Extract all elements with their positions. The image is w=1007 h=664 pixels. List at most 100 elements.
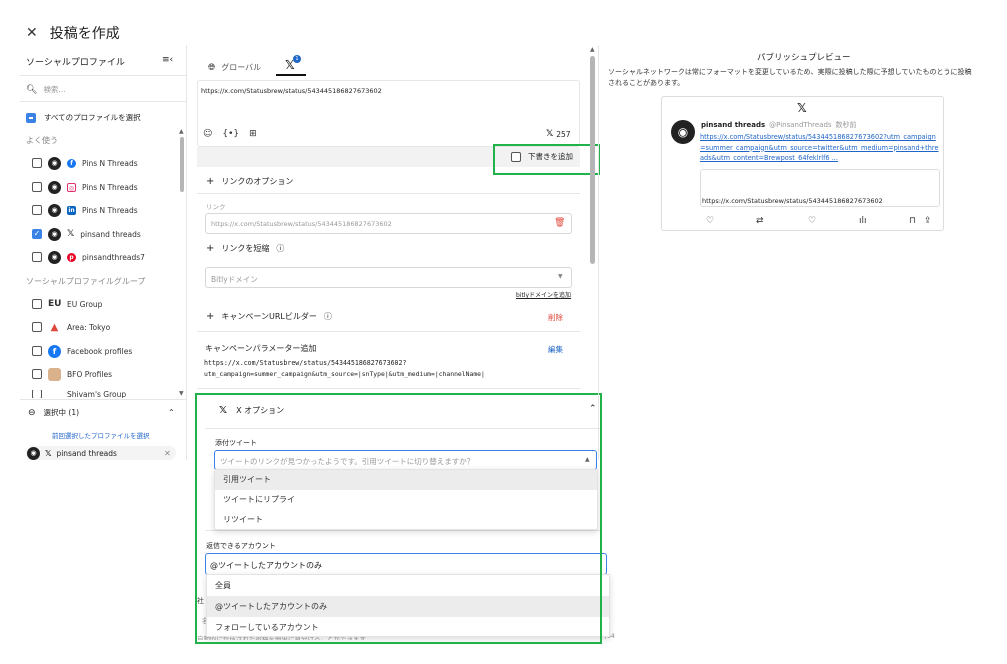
preview-card-url: https://x.com/Statusbrew/status/54344518… (702, 197, 883, 205)
selected-profile-chip: ◉ 𝕏 pinsand threads ✕ (26, 446, 176, 460)
campaign-builder-toggle[interactable]: + キャンペーンURLビルダー ⓘ (206, 311, 332, 322)
profile-checkbox[interactable] (32, 252, 42, 262)
shorten-link-toggle[interactable]: + リンクを短縮 ⓘ (206, 243, 284, 254)
profile-row-pinterest[interactable]: ◉ p pinsandthreads7 (32, 249, 145, 265)
pinterest-icon: p (67, 252, 76, 262)
media-icon[interactable]: ⊞ (249, 129, 257, 139)
scroll-down-icon[interactable]: ▼ (179, 390, 184, 397)
profile-checkbox[interactable] (32, 158, 42, 168)
reply-icon[interactable]: ♡ (706, 216, 714, 226)
preview-link[interactable]: https://x.com/Statusbrew/status/54344518… (700, 132, 940, 164)
group-row-eu[interactable]: EU EU Group (32, 296, 102, 312)
group-row-shivam[interactable]: Shivam's Group (32, 390, 126, 398)
preview-account-name: pinsand threads (701, 121, 766, 129)
avatar: ◉ (27, 446, 40, 460)
variable-icon[interactable]: {•} (222, 129, 239, 139)
trash-icon[interactable]: 🗑︎ (554, 218, 565, 228)
groups-section-label: ソーシャルプロファイルグループ (26, 277, 146, 286)
x-logo-icon: 𝕏 (546, 129, 554, 139)
group-row-facebook[interactable]: f Facebook profiles (32, 343, 132, 359)
profile-name: pinsand threads (80, 229, 141, 239)
profile-checkbox-checked[interactable]: ✓ (32, 229, 42, 239)
link-options-toggle[interactable]: + リンクのオプション (206, 176, 293, 187)
profile-checkbox[interactable] (32, 205, 42, 215)
sidebar-search[interactable]: 🔍︎ 検索... (26, 84, 66, 95)
profile-checkbox[interactable] (32, 182, 42, 192)
campaign-params-label: キャンペーンパラメーター追加 (205, 344, 317, 353)
frequent-section-label: よく使う (26, 136, 58, 145)
preview-handle: @PinsandThreads (769, 121, 832, 129)
link-input[interactable]: https://x.com/Statusbrew/status/54344518… (205, 213, 572, 234)
x-logo-icon: 𝕏 (67, 229, 75, 239)
facebook-icon: f (48, 344, 61, 358)
emoji-icon[interactable]: ☺ (203, 129, 212, 139)
like-icon[interactable]: ♡ (808, 216, 816, 226)
tab-global[interactable]: 🌐︎ グローバル (208, 62, 261, 73)
delete-button[interactable]: 削除 (548, 312, 563, 323)
preview-title: パブリッシュプレビュー (757, 53, 851, 63)
group-name: BFO Profiles (67, 369, 112, 379)
bookmark-icon[interactable]: ⊓ (909, 216, 916, 226)
selected-header[interactable]: ⊖ 選択中 (1) ⌃ (28, 407, 178, 418)
group-checkbox[interactable] (32, 346, 42, 356)
preview-card: 𝕏 ◉ pinsand threads @PinsandThreads 数秒前 … (661, 96, 944, 231)
group-checkbox[interactable] (32, 322, 42, 332)
tab-x[interactable]: 𝕏 1 (285, 55, 301, 72)
chevron-up-icon[interactable]: ⌃ (168, 408, 175, 417)
chevron-down-icon: ▼ (558, 273, 563, 280)
group-checkbox[interactable] (32, 369, 42, 379)
close-icon[interactable]: ✕ (26, 25, 38, 41)
sidebar-title: ソーシャルプロファイル (26, 58, 125, 68)
group-row-tokyo[interactable]: ▲ Area: Tokyo (32, 319, 110, 335)
reselect-link[interactable]: 前回選択したプロファイルを選択 (52, 430, 150, 440)
views-icon[interactable]: ılı (859, 216, 867, 226)
selected-count: 選択中 (1) (43, 408, 80, 417)
info-icon[interactable]: ⓘ (276, 243, 284, 254)
preview-link-card[interactable]: https://x.com/Statusbrew/status/54344518… (700, 169, 940, 207)
scroll-up-icon[interactable]: ▲ (179, 128, 184, 135)
add-bitly-domain-link[interactable]: bitlyドメインを追加 (516, 290, 571, 299)
sidebar-scrollbar[interactable] (180, 137, 184, 192)
active-tab-indicator (276, 74, 306, 76)
dog-avatar-icon (48, 367, 61, 381)
selected-icon: ⊖ (28, 407, 36, 418)
info-icon[interactable]: ⓘ (324, 311, 332, 322)
search-input[interactable]: 検索... (43, 84, 65, 95)
selected-profile-name: pinsand threads (56, 448, 117, 458)
facebook-icon: f (67, 158, 76, 168)
bitly-domain-select[interactable]: Bitlyドメイン ▼ (205, 267, 572, 288)
select-all-checkbox[interactable] (26, 112, 36, 123)
globe-icon: 🌐︎ (208, 62, 216, 73)
profile-row-x[interactable]: ✓ ◉ 𝕏 pinsand threads (32, 226, 141, 242)
remove-icon[interactable]: ✕ (164, 449, 171, 458)
select-all-row[interactable]: すべてのプロファイルを選択 (26, 112, 141, 123)
title-bar: ✕ 投稿を作成 (26, 23, 120, 43)
plus-icon: + (206, 311, 215, 322)
avatar: ◉ (48, 227, 61, 241)
group-checkbox[interactable] (32, 299, 42, 309)
scroll-up-icon[interactable]: ▲ (590, 46, 595, 53)
post-editor[interactable]: https://x.com/Statusbrew/status/54344518… (197, 80, 580, 147)
link-options-label: リンクのオプション (221, 177, 294, 186)
highlight-draft (493, 144, 600, 175)
composer-scrollbar[interactable] (590, 56, 595, 264)
profile-row-instagram[interactable]: ◉ ◎ Pins N Threads (32, 179, 138, 195)
share-icon[interactable]: ⇪ (924, 216, 932, 226)
profile-name: Pins N Threads (82, 158, 138, 168)
profile-row-facebook[interactable]: ◉ f Pins N Threads (32, 155, 138, 171)
group-name: Area: Tokyo (67, 322, 111, 332)
tokyo-tower-icon: ▲ (50, 321, 59, 333)
profile-name: pinsandthreads7 (82, 252, 145, 262)
edit-button[interactable]: 編集 (548, 344, 563, 355)
avatar: ◉ (48, 180, 61, 194)
campaign-url-line2: utm_campaign=summer_campaign&utm_source=… (204, 370, 485, 378)
avatar: ◉ (48, 156, 61, 170)
tab-global-label: グローバル (221, 63, 262, 72)
retweet-icon[interactable]: ⇄ (756, 216, 764, 226)
collapse-sidebar-icon[interactable]: ≡‹ (162, 55, 173, 65)
group-row-bfo[interactable]: BFO Profiles (32, 366, 112, 382)
group-checkbox[interactable] (32, 390, 42, 398)
plus-icon: + (206, 176, 215, 187)
page-title: 投稿を作成 (49, 26, 120, 42)
profile-row-linkedin[interactable]: ◉ in Pins N Threads (32, 202, 138, 218)
